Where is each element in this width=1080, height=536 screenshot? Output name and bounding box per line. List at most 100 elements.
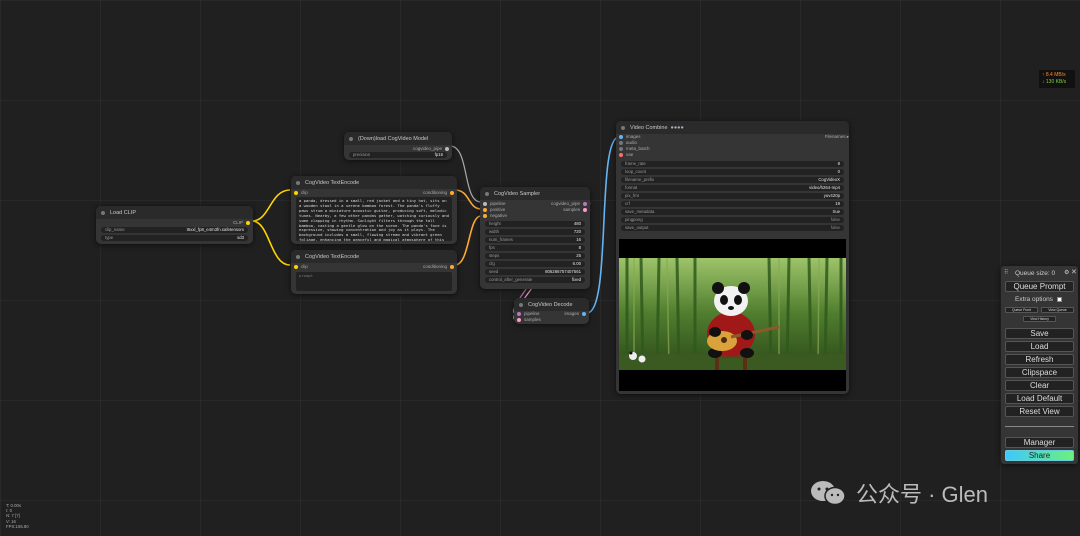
save-output-toggle[interactable]: save_output false: [621, 225, 844, 231]
widget-label: clip_name: [105, 227, 125, 232]
widget-value: 16: [576, 237, 581, 242]
refresh-button[interactable]: Refresh: [1005, 354, 1074, 365]
slot-dot[interactable]: [294, 190, 298, 195]
negative-prompt-textarea[interactable]: prompt: [296, 272, 452, 291]
slot-dot[interactable]: [445, 146, 449, 151]
slot-dot[interactable]: [483, 213, 487, 218]
share-button[interactable]: Share: [1005, 450, 1074, 461]
output-slot-conditioning[interactable]: conditioning: [423, 189, 457, 196]
video-preview[interactable]: [619, 239, 846, 391]
format-widget[interactable]: format video/h264-mp4: [621, 185, 844, 191]
output-slot-conditioning[interactable]: conditioning: [423, 263, 457, 270]
menu-divider: [1005, 426, 1074, 427]
sampler-node[interactable]: CogVideo Sampler pipeline positive negat…: [480, 187, 590, 289]
node-header[interactable]: CogVideo Sampler: [480, 187, 590, 200]
input-slot-clip[interactable]: clip: [291, 189, 308, 196]
input-slot-clip[interactable]: clip: [291, 263, 308, 270]
extra-options-checkbox[interactable]: [1057, 297, 1062, 302]
watermark: 公众号 · Glen: [808, 477, 988, 509]
precision-widget[interactable]: precision fp16: [349, 152, 447, 158]
crf-widget[interactable]: crf 19: [621, 201, 844, 207]
gear-icon[interactable]: ⚙: [1064, 269, 1069, 276]
collapse-dot[interactable]: [296, 180, 300, 185]
widget-value: false: [830, 217, 840, 222]
node-header[interactable]: Load CLIP: [96, 206, 253, 219]
view-queue-button[interactable]: View Queue: [1041, 307, 1074, 313]
queue-prompt-button[interactable]: Queue Prompt: [1005, 281, 1074, 292]
steps-widget[interactable]: steps 25: [485, 253, 585, 259]
node-header[interactable]: CogVideo TextEncode: [291, 176, 457, 189]
slot-label: conditioning: [422, 264, 447, 269]
save-metadata-toggle[interactable]: save_metadata true: [621, 209, 844, 215]
slot-label: conditioning: [422, 190, 447, 195]
collapse-dot[interactable]: [296, 254, 300, 259]
collapse-dot[interactable]: [485, 191, 489, 196]
slot-dot[interactable]: [582, 311, 586, 316]
pingpong-toggle[interactable]: pingpong false: [621, 217, 844, 223]
collapse-dot[interactable]: [519, 302, 523, 307]
input-slot-negative[interactable]: negative: [480, 212, 507, 219]
loop-count-widget[interactable]: loop_count 0: [621, 169, 844, 175]
text-encode-negative-node[interactable]: CogVideo TextEncode clip conditioning pr…: [291, 250, 457, 294]
widget-value: fixed: [571, 277, 581, 282]
close-icon[interactable]: ✕: [1071, 268, 1077, 276]
drag-handle-icon[interactable]: ⠿: [1004, 269, 1008, 276]
output-slot-images[interactable]: images: [564, 310, 589, 317]
save-button[interactable]: Save: [1005, 328, 1074, 339]
fps-info: T: 0.00s I: 0 N: 7 [7] V: 16 FPS:165.80: [6, 503, 29, 529]
num-frames-widget[interactable]: num_frames 16: [485, 237, 585, 243]
slot-dot[interactable]: [450, 190, 454, 195]
output-slot-pipe[interactable]: cogvideo_pipe: [413, 145, 452, 152]
slot-dot[interactable]: [450, 264, 454, 269]
collapse-dot[interactable]: [101, 210, 105, 215]
manager-button[interactable]: Manager: [1005, 437, 1074, 448]
slot-dot[interactable]: [619, 152, 623, 157]
widget-label: loop_count: [625, 169, 647, 174]
cfg-widget[interactable]: cfg 6.00: [485, 261, 585, 267]
slot-dot[interactable]: [517, 317, 521, 322]
slot-dot[interactable]: [246, 220, 250, 225]
conditioning-wire: [454, 215, 482, 266]
widget-label: height: [489, 221, 501, 226]
view-history-button[interactable]: View History: [1023, 316, 1056, 322]
output-slot-samples[interactable]: samples: [563, 206, 590, 213]
widget-label: pingpong: [625, 217, 643, 222]
node-header[interactable]: (Down)load CogVideo Model: [344, 132, 452, 145]
fps-widget[interactable]: fps 8: [485, 245, 585, 251]
reset-view-button[interactable]: Reset View: [1005, 406, 1074, 417]
decode-node[interactable]: CogVideo Decode pipeline samples images: [514, 298, 589, 324]
filename-prefix-widget[interactable]: filename_prefix CogVideoX: [621, 177, 844, 183]
download-model-node[interactable]: (Down)load CogVideo Model cogvideo_pipe …: [344, 132, 452, 160]
collapse-dot[interactable]: [621, 125, 625, 130]
seed-widget[interactable]: seed 806286757407561: [485, 269, 585, 275]
widget-label: pix_fmt: [625, 193, 639, 198]
node-header[interactable]: CogVideo TextEncode: [291, 250, 457, 263]
control-after-generate-widget[interactable]: control_after_generate fixed: [485, 277, 585, 283]
clipspace-button[interactable]: Clipspace: [1005, 367, 1074, 378]
width-widget[interactable]: width 720: [485, 229, 585, 235]
widget-value: true: [832, 209, 840, 214]
input-slot-samples[interactable]: samples: [514, 316, 541, 323]
output-slot-filenames[interactable]: Filenames ▸: [825, 133, 849, 140]
load-default-button[interactable]: Load Default: [1005, 393, 1074, 404]
slot-dot[interactable]: [294, 264, 298, 269]
output-slot-clip[interactable]: CLIP: [233, 219, 253, 226]
load-button[interactable]: Load: [1005, 341, 1074, 352]
type-widget[interactable]: type sd3: [101, 235, 248, 241]
widget-label: format: [625, 185, 638, 190]
clip-name-widget[interactable]: clip_name t5xxl_fp8_e4m3fn.safetensors: [101, 227, 248, 233]
text-encode-positive-node[interactable]: CogVideo TextEncode clip conditioning a …: [291, 176, 457, 244]
input-slot-vae[interactable]: vae: [616, 151, 633, 158]
height-widget[interactable]: height 480: [485, 221, 585, 227]
frame-rate-widget[interactable]: frame_rate 8: [621, 161, 844, 167]
queue-size: Queue size: 0: [1015, 270, 1056, 277]
pix-fmt-widget[interactable]: pix_fmt yuv420p: [621, 193, 844, 199]
queue-front-button[interactable]: Queue Front: [1005, 307, 1038, 313]
slot-dot[interactable]: [583, 207, 587, 212]
collapse-dot[interactable]: [349, 136, 353, 141]
load-clip-node[interactable]: Load CLIP CLIP clip_name t5xxl_fp8_e4m3fn…: [96, 206, 253, 244]
video-combine-node[interactable]: Video Combine ●●●● images audio meta_batc…: [616, 121, 849, 394]
clear-button[interactable]: Clear: [1005, 380, 1074, 391]
node-header[interactable]: Video Combine ●●●●: [616, 121, 849, 134]
prompt-textarea[interactable]: a panda, dressed in a small, red jacket …: [296, 197, 452, 241]
